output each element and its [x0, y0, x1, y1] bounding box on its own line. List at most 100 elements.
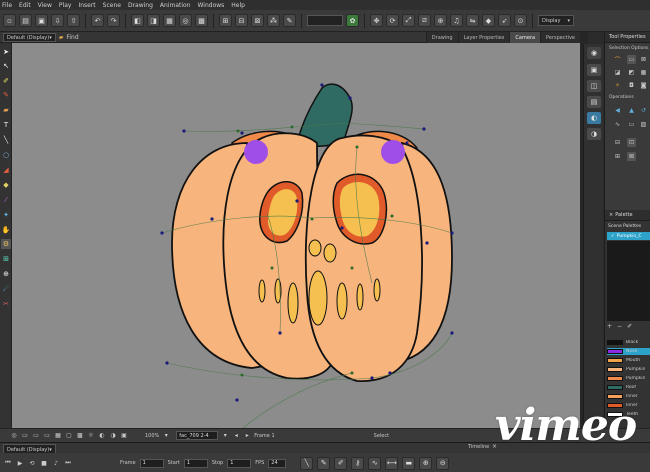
cutter-icon[interactable]: ✂ [1, 299, 11, 309]
import-icon[interactable]: ⇩ [51, 14, 64, 27]
library-icon[interactable]: ▤ [587, 96, 601, 108]
music-icon[interactable]: ♫ [450, 14, 463, 27]
brush-colour-icon[interactable]: ✐ [627, 323, 632, 330]
light-table-toggle-icon[interactable]: ☼ [87, 432, 95, 440]
zoom-tool-icon[interactable]: ⊕ [1, 269, 11, 279]
play-icon[interactable]: ▶ [16, 459, 24, 467]
brush-icon[interactable]: ⁂ [267, 14, 280, 27]
tab-layer-properties[interactable]: Layer Properties [457, 32, 510, 43]
select-all-icon[interactable]: ▦ [639, 68, 648, 77]
eraser-icon[interactable]: ▰ [1, 105, 11, 115]
tool-properties-tab[interactable]: Tool Properties [605, 32, 650, 43]
view-file-tab[interactable]: Find [66, 34, 78, 41]
text-tool-icon[interactable]: T [1, 120, 11, 130]
brush-tool-icon[interactable]: ✐ [1, 76, 11, 86]
flip-horizontal-icon[interactable]: ◀ [613, 106, 622, 115]
select-group-icon[interactable]: ◩ [627, 68, 636, 77]
copy-icon[interactable]: ⊡ [627, 138, 636, 147]
menu-play[interactable]: Play [59, 2, 72, 9]
pivot-handle-right[interactable] [381, 140, 405, 164]
menu-view[interactable]: View [38, 2, 52, 9]
frame-field[interactable]: fac_709 2-4 [176, 431, 219, 440]
first-frame-icon[interactable]: ⏮ [4, 459, 12, 467]
layer-dropdown[interactable] [307, 15, 343, 26]
stroke-tool-icon[interactable]: ✦ [1, 210, 11, 220]
snap-icon[interactable]: ⊠ [639, 55, 648, 64]
colour-swatch-row[interactable]: Black [607, 339, 650, 346]
constant-icon[interactable]: ▬ [402, 456, 416, 470]
render-icon[interactable]: ◨ [147, 14, 160, 27]
node-view-icon[interactable]: ◫ [587, 80, 601, 92]
sound-icon[interactable]: ♪ [52, 459, 60, 467]
render-preview-icon[interactable]: ◑ [109, 432, 117, 440]
snap-contour-icon[interactable]: ⊞ [219, 14, 232, 27]
ellipse-tool-icon[interactable]: ○ [1, 150, 11, 160]
palette-view-icon[interactable]: ◐ [587, 112, 601, 124]
export-icon[interactable]: ⇧ [67, 14, 80, 27]
toggle-mask-icon[interactable]: ▦ [54, 432, 62, 440]
save-icon[interactable]: ▣ [35, 14, 48, 27]
transform-tool-icon[interactable]: ⊞ [1, 254, 11, 264]
menu-file[interactable]: File [2, 2, 12, 9]
menu-animation[interactable]: Animation [160, 2, 191, 9]
tween-icon[interactable]: ⟷ [385, 456, 399, 470]
fps-input[interactable]: 24 [268, 458, 287, 468]
colour-swatch-row[interactable]: Pumpkin [607, 375, 650, 382]
view-display-dropdown[interactable]: Default (Display) ▾ [3, 33, 56, 42]
stroke-icon[interactable]: ◙ [639, 81, 648, 90]
pen-icon[interactable]: ✎ [317, 456, 331, 470]
ease-icon[interactable]: ∿ [368, 456, 382, 470]
smooth-icon[interactable]: ∿ [613, 120, 622, 129]
pumpkin-drawing[interactable] [12, 43, 580, 428]
paste-icon[interactable]: ⊞ [613, 152, 622, 161]
add-colour-icon[interactable]: + [607, 323, 612, 330]
safe-area-icon[interactable]: ▢ [65, 432, 73, 440]
colour-view-icon[interactable]: ◑ [587, 128, 601, 140]
hand-tool-icon[interactable]: ✋ [1, 225, 11, 235]
palette-tab[interactable]: × Palette [605, 210, 650, 221]
tab-camera[interactable]: Camera [509, 32, 541, 43]
lasso-icon[interactable]: ⌒ [613, 55, 622, 64]
select-color-icon[interactable]: ◪ [613, 68, 622, 77]
reset-zoom-icon[interactable]: ▭ [32, 432, 40, 440]
contour-editor-icon[interactable]: ↖ [1, 61, 11, 71]
pencil-tool-icon[interactable]: ✎ [1, 90, 11, 100]
transform-icon[interactable]: ✥ [370, 14, 383, 27]
stroke-icon[interactable]: ✐ [334, 456, 348, 470]
fill-icon[interactable]: ◘ [627, 81, 636, 90]
wand-icon[interactable]: ✧ [613, 81, 622, 90]
palette-list-item[interactable]: ✓ Pumpkin_C [607, 232, 650, 240]
line-tool-icon[interactable]: ╲ [300, 456, 314, 470]
skew-icon[interactable]: ⧄ [418, 14, 431, 27]
undo-icon[interactable]: ↶ [91, 14, 104, 27]
flatten-icon[interactable]: ▭ [627, 120, 636, 129]
tab-perspective[interactable]: Perspective [540, 32, 580, 43]
start-input[interactable]: 1 [183, 458, 208, 468]
cut-icon[interactable]: ⊟ [613, 138, 622, 147]
stop-icon[interactable]: ■ [40, 459, 48, 467]
tab-drawing[interactable]: Drawing [425, 32, 458, 43]
open-icon[interactable]: ▤ [19, 14, 32, 27]
menu-windows[interactable]: Windows [198, 2, 225, 9]
pivot-handle-left[interactable] [244, 140, 268, 164]
snap-grid-icon[interactable]: ⊟ [235, 14, 248, 27]
display-dropdown[interactable]: Display ▾ [538, 15, 574, 26]
timeline-title[interactable]: Timeline [468, 444, 489, 450]
keyframe-icon[interactable]: ◆ [482, 14, 495, 27]
colour-swatch-row[interactable]: Inner [607, 393, 650, 400]
onion-skin-icon[interactable]: ◎ [179, 14, 192, 27]
layer-icon[interactable]: ◧ [131, 14, 144, 27]
colour-swatch-row[interactable]: Pumpkin [607, 366, 650, 373]
last-frame-icon[interactable]: ⏭ [64, 459, 72, 467]
new-scene-icon[interactable]: ▫ [3, 14, 16, 27]
remove-colour-icon[interactable]: − [617, 323, 622, 330]
reset-pan-icon[interactable]: ▭ [43, 432, 51, 440]
onion-toggle-icon[interactable]: ◐ [98, 432, 106, 440]
colour-swatch-row-selected[interactable]: Nose [607, 348, 650, 355]
reset-rotate-icon[interactable]: ▭ [21, 432, 29, 440]
deformation-icon[interactable]: ✿ [346, 14, 359, 27]
redo-icon[interactable]: ↷ [107, 14, 120, 27]
menu-help[interactable]: Help [231, 2, 245, 9]
reset-view-icon[interactable]: ◎ [10, 432, 18, 440]
stop-input[interactable]: 1 [227, 458, 252, 468]
